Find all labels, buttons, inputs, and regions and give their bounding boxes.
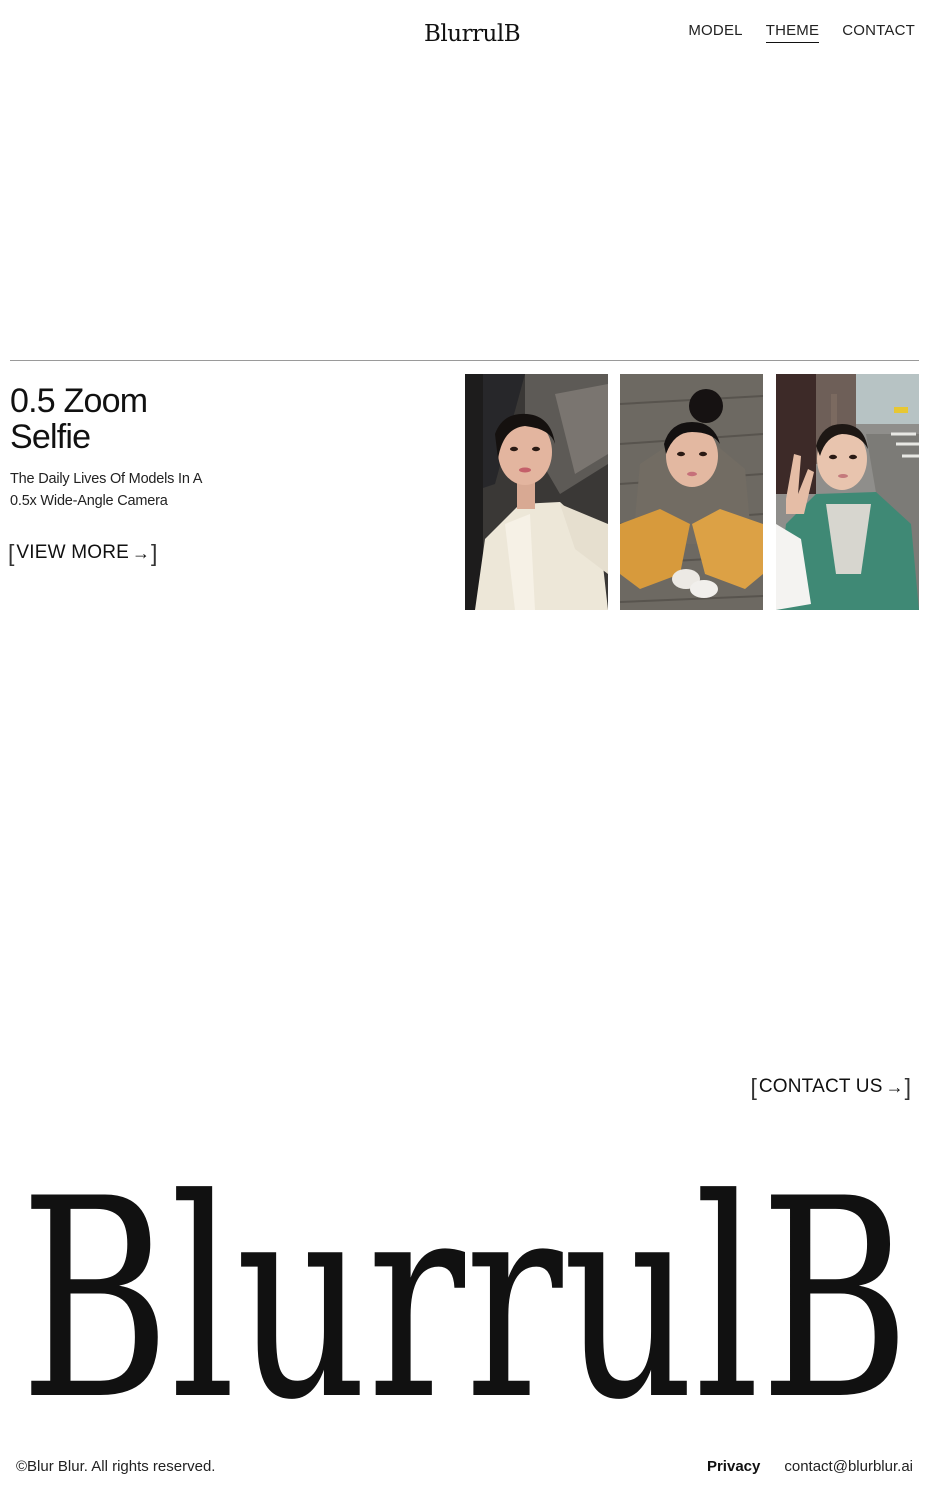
photo-model-white-jacket[interactable] <box>465 374 608 610</box>
view-more-button[interactable]: [ VIEW MORE → ] <box>8 540 157 566</box>
view-more-label: VIEW MORE <box>16 542 130 563</box>
contact-us-label: CONTACT US <box>758 1076 883 1097</box>
footer-logo-text: BlurrulB <box>20 1140 910 1412</box>
theme-title-line-1: 0.5 Zoom <box>10 382 148 420</box>
nav-item-theme[interactable]: THEME <box>765 22 820 43</box>
footer-copyright: ©Blur Blur. All rights reserved. <box>16 1458 216 1475</box>
nav-item-contact[interactable]: CONTACT <box>842 22 915 43</box>
theme-desc-line-2: 0.5x Wide-Angle Camera <box>10 493 168 509</box>
bracket-right: ] <box>151 540 158 566</box>
arrow-right-icon: → <box>132 542 151 563</box>
contact-us-button[interactable]: [ CONTACT US → ] <box>750 1074 911 1100</box>
logo[interactable]: BlurrulB <box>424 19 521 49</box>
photo-model-green-jacket[interactable] <box>776 374 919 610</box>
theme-description: The Daily Lives Of Models In A 0.5x Wide… <box>10 468 270 512</box>
theme-photos <box>465 374 919 610</box>
footer-email-link[interactable]: contact@blurblur.ai <box>784 1458 913 1475</box>
logo-text: BlurrulB <box>424 21 521 47</box>
site-header: BlurrulB MODEL THEME CONTACT <box>0 0 939 70</box>
nav-item-model[interactable]: MODEL <box>688 22 742 43</box>
theme-desc-line-1: The Daily Lives Of Models In A <box>10 471 203 487</box>
photo-model-grey-hoodie[interactable] <box>620 374 763 610</box>
footer-privacy-link[interactable]: Privacy <box>707 1458 760 1475</box>
theme-title-line-2: Selfie <box>10 418 91 456</box>
section-divider <box>10 360 919 361</box>
footer-logo: BlurrulB <box>18 1112 912 1460</box>
theme-title: 0.5 Zoom Selfie <box>10 383 310 455</box>
bracket-right: ] <box>904 1074 911 1100</box>
arrow-right-icon: → <box>885 1076 904 1097</box>
main-nav: MODEL THEME CONTACT <box>688 22 915 43</box>
footer-links: Privacy contact@blurblur.ai <box>707 1458 913 1475</box>
